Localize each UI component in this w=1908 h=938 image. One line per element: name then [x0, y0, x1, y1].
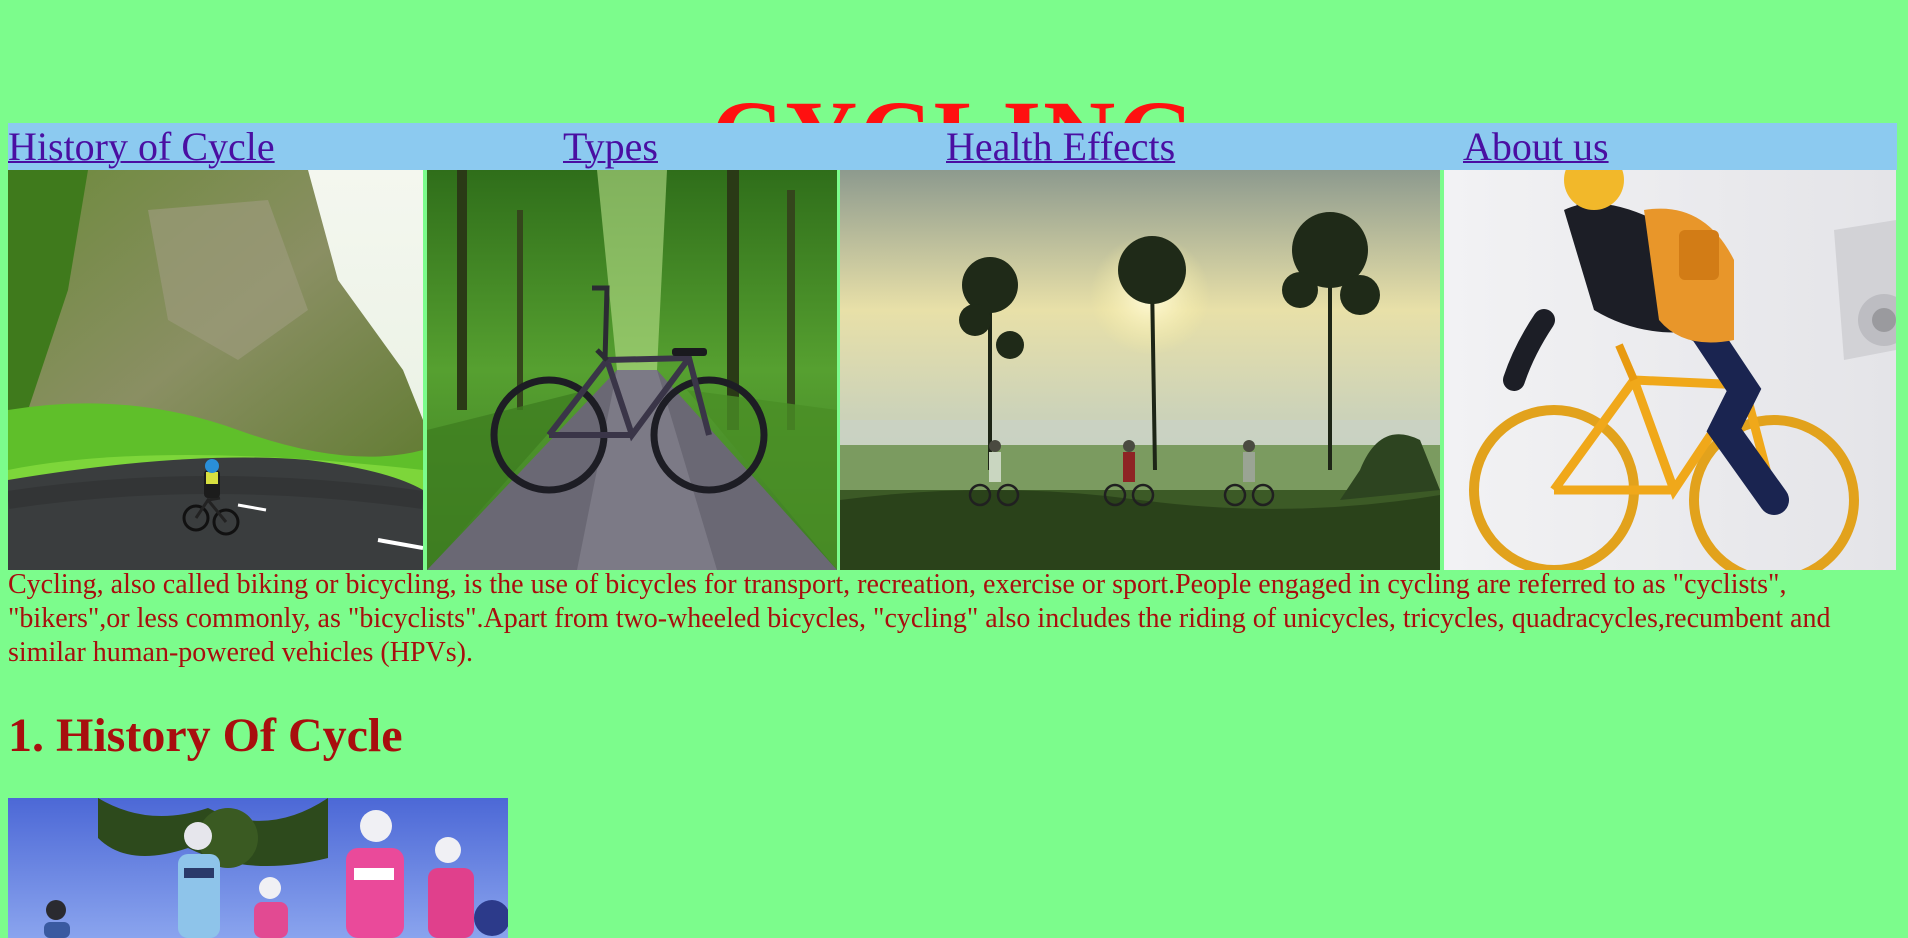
- intro-paragraph: Cycling, also called biking or bicycling…: [8, 569, 1831, 668]
- yellow-bike-rider-photo: [1444, 170, 1896, 570]
- mountain-road-cyclist-photo: [8, 170, 423, 570]
- nav-link-history-of-cycle[interactable]: History of Cycle: [8, 125, 275, 169]
- parked-bicycle-forest-road-photo: [427, 170, 837, 570]
- nav-link-about-us[interactable]: About us: [1463, 125, 1609, 169]
- nav-link-types[interactable]: Types: [563, 125, 658, 169]
- group-road-cyclists-photo: [8, 798, 508, 938]
- main-navbar: History of Cycle Types Health Effects Ab…: [8, 123, 1897, 170]
- nav-link-health-effects[interactable]: Health Effects: [946, 125, 1175, 169]
- history-section-heading: 1. History Of Cycle: [8, 709, 403, 762]
- sunrise-field-cyclists-photo: [840, 170, 1440, 570]
